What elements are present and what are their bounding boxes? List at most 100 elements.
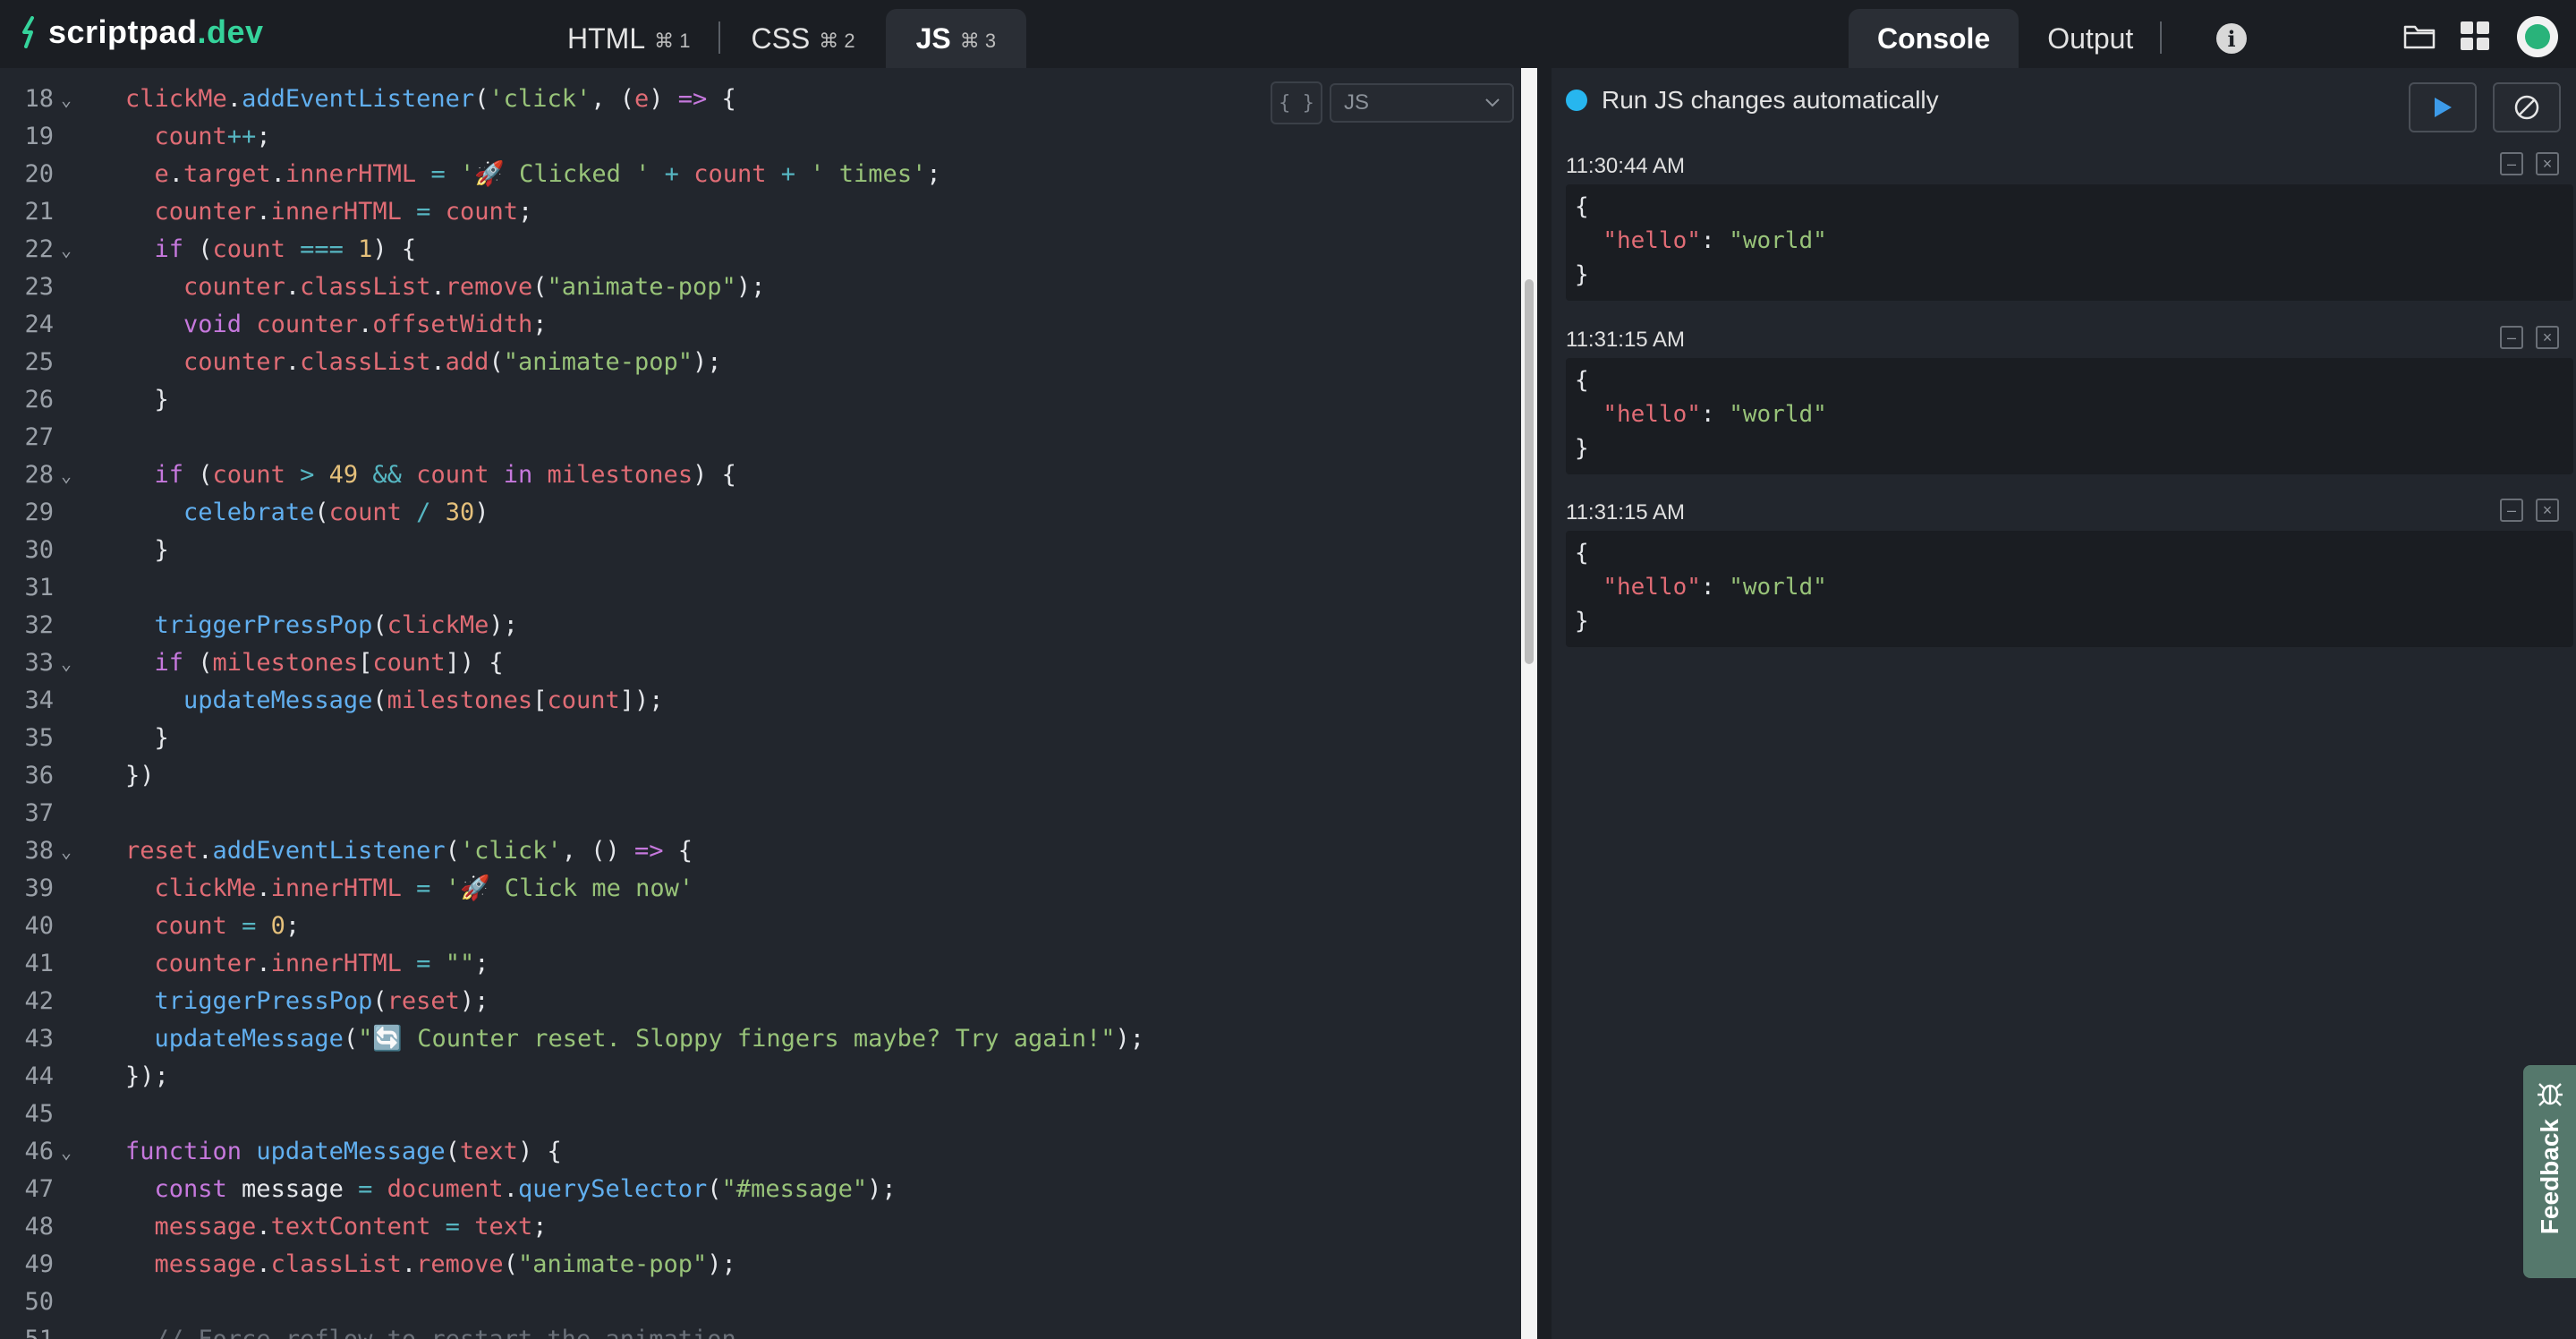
code-line[interactable]: 45	[0, 1096, 1512, 1133]
code-line[interactable]: 50	[0, 1284, 1512, 1321]
code-line[interactable]: 49 message.classList.remove("animate-pop…	[0, 1246, 1512, 1284]
code-text: clickMe.addEventListener('click', (e) =>…	[125, 85, 736, 113]
logo[interactable]: scriptpad.dev	[18, 13, 264, 52]
close-icon[interactable]: ×	[2536, 152, 2559, 175]
collapse-icon[interactable]: –	[2500, 499, 2523, 522]
code-line[interactable]: 28 ⌄ if (count > 49 && count in milestone…	[0, 456, 1512, 494]
tab-css[interactable]: CSS ⌘ 2	[720, 9, 885, 68]
logo-text: scriptpad.dev	[48, 13, 264, 50]
line-number: 21	[24, 198, 54, 226]
clear-console-button[interactable]	[2493, 82, 2561, 132]
folder-icon[interactable]	[2402, 18, 2437, 54]
code-line[interactable]: 35 }	[0, 720, 1512, 757]
code-line[interactable]: 42 triggerPressPop(reset);	[0, 983, 1512, 1020]
tab-output[interactable]: Output	[2019, 9, 2163, 68]
code-line[interactable]: 29 celebrate(count / 30)	[0, 494, 1512, 532]
line-number: 38	[24, 837, 54, 865]
fold-chevron-icon[interactable]: ⌄	[61, 231, 72, 269]
code-text: celebrate(count / 30)	[183, 499, 489, 526]
code-text: }	[125, 724, 169, 752]
auto-run-toggle[interactable]: Run JS changes automatically	[1566, 86, 1939, 115]
code-line[interactable]: 44});	[0, 1058, 1512, 1096]
editor-tabs: HTML ⌘ 1 CSS ⌘ 2 JS ⌘ 3	[537, 9, 1027, 68]
code-line[interactable]: 25 counter.classList.add("animate-pop");	[0, 344, 1512, 381]
code-line[interactable]: 39 clickMe.innerHTML = '🚀 Click me now'	[0, 870, 1512, 908]
code-line[interactable]: 21 counter.innerHTML = count;	[0, 193, 1512, 231]
code-line[interactable]: 48 message.textContent = text;	[0, 1208, 1512, 1246]
editor-scrollbar-thumb[interactable]	[1525, 279, 1534, 664]
fold-chevron-icon[interactable]: ⌄	[61, 644, 72, 682]
auto-run-indicator	[1566, 90, 1587, 111]
format-button[interactable]: { }	[1271, 81, 1322, 124]
code-line[interactable]: 24 void counter.offsetWidth;	[0, 306, 1512, 344]
code-line[interactable]: 26 }	[0, 381, 1512, 419]
code-line[interactable]: 36})	[0, 757, 1512, 795]
code-line[interactable]: 40 count = 0;	[0, 908, 1512, 945]
code-text: e.target.innerHTML = '🚀 Clicked ' + coun…	[154, 160, 941, 188]
code-line[interactable]: 20 e.target.innerHTML = '🚀 Clicked ' + c…	[0, 156, 1512, 193]
tab-js-label: JS	[915, 21, 951, 55]
line-number: 18	[24, 85, 54, 113]
code-text: message.classList.remove("animate-pop");	[154, 1250, 736, 1278]
avatar[interactable]	[2517, 16, 2558, 57]
console-entry-time: 11:31:15 AM	[1566, 500, 1685, 525]
line-number: 25	[24, 348, 54, 376]
run-button[interactable]	[2409, 82, 2477, 132]
code-line[interactable]: 22 ⌄ if (count === 1) {	[0, 231, 1512, 269]
code-editor[interactable]: 18 ⌄ clickMe.addEventListener('click', (e)…	[0, 68, 1521, 1339]
console-entry-time: 11:31:15 AM	[1566, 328, 1685, 352]
code-line[interactable]: 43 updateMessage("🔄 Counter reset. Slopp…	[0, 1020, 1512, 1058]
code-line[interactable]: 34 updateMessage(milestones[count]);	[0, 682, 1512, 720]
console-entry-body: { "hello": "world"}	[1566, 184, 2573, 301]
code-line[interactable]: 31	[0, 569, 1512, 607]
info-icon[interactable]: i	[2216, 23, 2247, 54]
code-text: if (count > 49 && count in milestones) {	[154, 461, 736, 489]
code-text: message.textContent = text;	[154, 1213, 548, 1241]
close-icon[interactable]: ×	[2536, 326, 2559, 349]
collapse-icon[interactable]: –	[2500, 326, 2523, 349]
code-line[interactable]: 30 }	[0, 532, 1512, 569]
code-text: }	[125, 536, 169, 564]
fold-chevron-icon[interactable]: ⌄	[61, 832, 72, 870]
code-text: reset.addEventListener('click', () => {	[125, 837, 693, 865]
code-line[interactable]: 23 counter.classList.remove("animate-pop…	[0, 269, 1512, 306]
code-line[interactable]: 47 const message = document.querySelecto…	[0, 1171, 1512, 1208]
tab-html-label: HTML	[567, 21, 646, 55]
fold-chevron-icon[interactable]: ⌄	[61, 81, 72, 118]
code-line[interactable]: 46 ⌄ function updateMessage(text) {	[0, 1133, 1512, 1171]
line-number: 46	[24, 1138, 54, 1165]
tab-console[interactable]: Console	[1849, 9, 2019, 68]
close-icon[interactable]: ×	[2536, 499, 2559, 522]
language-select-value: JS	[1344, 90, 1370, 115]
code-line[interactable]: 38 ⌄ reset.addEventListener('click', () =>…	[0, 832, 1512, 870]
code-text: updateMessage(milestones[count]);	[183, 687, 664, 714]
bug-icon	[2537, 1083, 2563, 1106]
code-line[interactable]: 33 ⌄ if (milestones[count]) {	[0, 644, 1512, 682]
code-line[interactable]: 51 // Force reflow to restart the animat…	[0, 1321, 1512, 1339]
code-line[interactable]: 37	[0, 795, 1512, 832]
tab-js[interactable]: JS ⌘ 3	[885, 9, 1027, 68]
line-number: 30	[24, 536, 54, 564]
grid-icon[interactable]	[2457, 18, 2493, 54]
language-select[interactable]: JS	[1330, 83, 1514, 123]
console-panel: Run JS changes automatically 11:30:44 AM…	[1552, 68, 2576, 1339]
line-number: 43	[24, 1025, 54, 1053]
tab-html-shortcut: ⌘ 1	[654, 30, 691, 52]
line-number: 22	[24, 235, 54, 263]
editor-scrollbar[interactable]	[1521, 68, 1537, 1339]
code-text: counter.classList.add("animate-pop");	[183, 348, 722, 376]
pane-divider[interactable]	[1537, 68, 1552, 1339]
fold-chevron-icon[interactable]: ⌄	[61, 456, 72, 494]
fold-chevron-icon[interactable]: ⌄	[61, 1133, 72, 1171]
code-line[interactable]: 32 triggerPressPop(clickMe);	[0, 607, 1512, 644]
console-entry-body: { "hello": "world"}	[1566, 531, 2573, 647]
line-number: 47	[24, 1175, 54, 1203]
feedback-button[interactable]: Feedback	[2523, 1065, 2576, 1278]
line-number: 34	[24, 687, 54, 714]
line-number: 42	[24, 987, 54, 1015]
line-number: 28	[24, 461, 54, 489]
code-line[interactable]: 41 counter.innerHTML = "";	[0, 945, 1512, 983]
collapse-icon[interactable]: –	[2500, 152, 2523, 175]
code-line[interactable]: 27	[0, 419, 1512, 456]
tab-html[interactable]: HTML ⌘ 1	[537, 9, 721, 68]
